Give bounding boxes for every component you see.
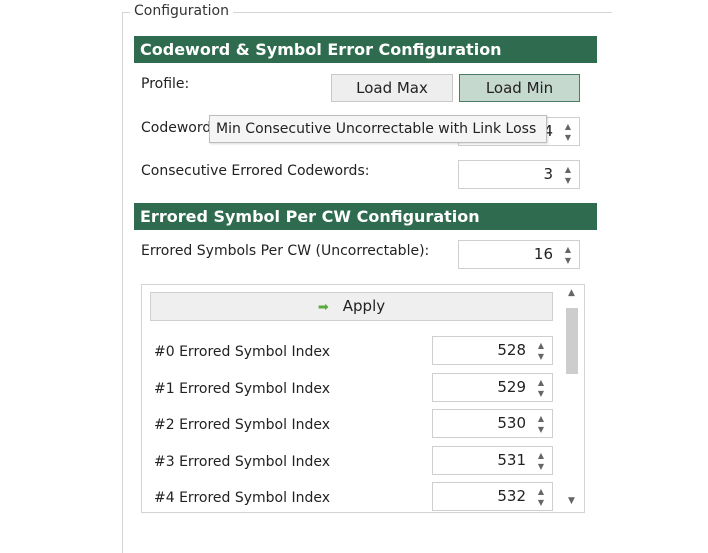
symbol-index-value: 532 <box>497 487 526 505</box>
spin-up-icon[interactable]: ▲ <box>563 165 573 175</box>
load-min-button[interactable]: Load Min <box>459 74 580 102</box>
spin-up-icon[interactable]: ▲ <box>536 487 546 497</box>
symbol-index-spinbox[interactable]: 531 ▲ ▼ <box>432 446 553 475</box>
spin-down-icon[interactable]: ▼ <box>536 498 546 508</box>
symbol-index-spinbox[interactable]: 529 ▲ ▼ <box>432 373 553 402</box>
consecutive-value: 3 <box>543 165 553 183</box>
spin-down-icon[interactable]: ▼ <box>536 425 546 435</box>
symbol-index-value: 530 <box>497 414 526 432</box>
symbol-index-spinbox[interactable]: 532 ▲ ▼ <box>432 482 553 511</box>
symbols-value: 16 <box>533 245 553 263</box>
scroll-up-icon[interactable]: ▲ <box>568 288 575 298</box>
symbol-index-spinbox[interactable]: 528 ▲ ▼ <box>432 336 553 365</box>
spin-up-icon[interactable]: ▲ <box>536 451 546 461</box>
spin-down-icon[interactable]: ▼ <box>563 133 573 143</box>
arrow-right-icon: ➡ <box>317 300 329 315</box>
scrollbar-thumb[interactable] <box>566 308 578 374</box>
symbol-index-value: 531 <box>497 451 526 469</box>
apply-label: Apply <box>342 297 386 315</box>
spin-up-icon[interactable]: ▲ <box>536 341 546 351</box>
scroll-down-icon[interactable]: ▼ <box>568 496 575 506</box>
load-max-button[interactable]: Load Max <box>331 74 453 102</box>
spin-up-icon[interactable]: ▲ <box>536 414 546 424</box>
section-header-symbol: Errored Symbol Per CW Configuration <box>134 203 597 230</box>
symbol-index-label: #3 Errored Symbol Index <box>154 454 330 470</box>
spin-down-icon[interactable]: ▼ <box>536 462 546 472</box>
spin-down-icon[interactable]: ▼ <box>563 256 573 266</box>
symbol-index-label: #1 Errored Symbol Index <box>154 381 330 397</box>
profile-label: Profile: <box>141 76 190 92</box>
symbol-index-value: 528 <box>497 341 526 359</box>
symbol-index-label: #4 Errored Symbol Index <box>154 490 330 506</box>
symbol-index-value: 529 <box>497 378 526 396</box>
spin-up-icon[interactable]: ▲ <box>563 245 573 255</box>
symbols-label: Errored Symbols Per CW (Uncorrectable): <box>141 243 430 259</box>
symbols-spinbox[interactable]: 16 ▲ ▼ <box>458 240 580 269</box>
symbol-index-label: #0 Errored Symbol Index <box>154 344 330 360</box>
section-header-codeword: Codeword & Symbol Error Configuration <box>134 36 597 63</box>
codewords-label: Codewords <box>141 120 219 136</box>
spin-down-icon[interactable]: ▼ <box>536 389 546 399</box>
consecutive-spinbox[interactable]: 3 ▲ ▼ <box>458 160 580 189</box>
spin-down-icon[interactable]: ▼ <box>536 352 546 362</box>
symbol-index-spinbox[interactable]: 530 ▲ ▼ <box>432 409 553 438</box>
consecutive-label: Consecutive Errored Codewords: <box>141 163 370 179</box>
spin-down-icon[interactable]: ▼ <box>563 176 573 186</box>
symbol-index-label: #2 Errored Symbol Index <box>154 417 330 433</box>
apply-button[interactable]: ➡ Apply <box>150 292 553 321</box>
spin-up-icon[interactable]: ▲ <box>536 378 546 388</box>
spin-up-icon[interactable]: ▲ <box>563 122 573 132</box>
tooltip: Min Consecutive Uncorrectable with Link … <box>209 115 547 143</box>
group-title: Configuration <box>130 3 233 19</box>
